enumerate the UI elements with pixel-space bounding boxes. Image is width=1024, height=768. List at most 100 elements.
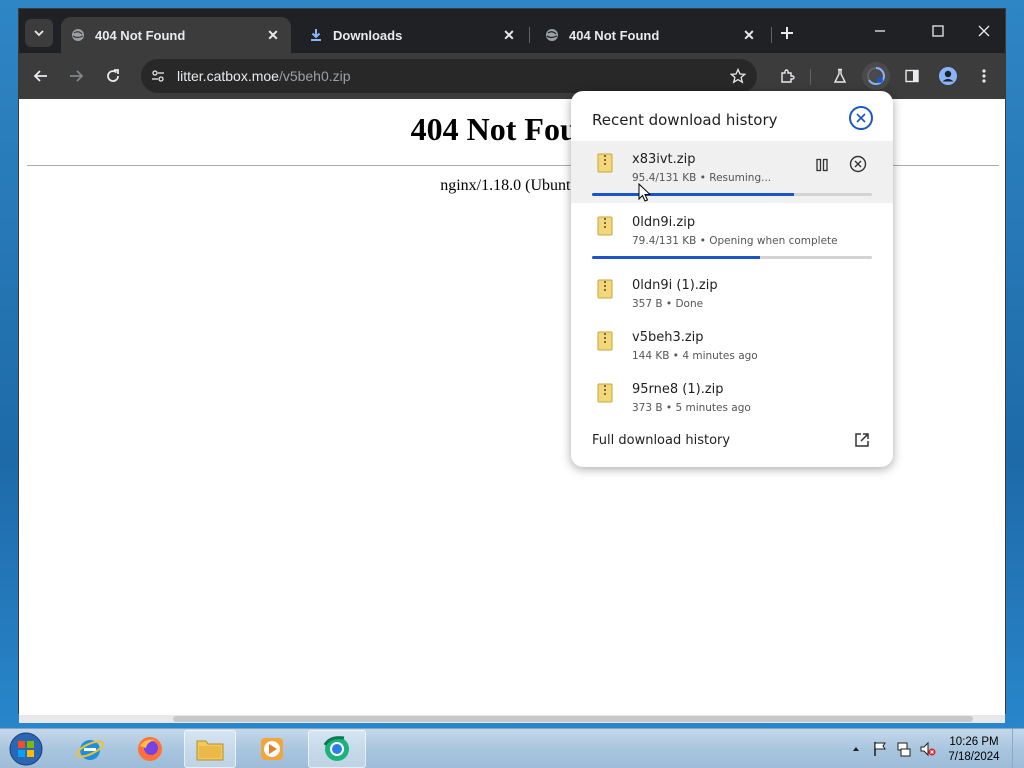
globe-icon <box>545 28 559 42</box>
download-item[interactable]: 95rne8 (1).zip 373 B • 5 minutes ago <box>571 371 893 423</box>
close-tab-icon[interactable]: ✕ <box>501 27 517 43</box>
download-item[interactable]: x83ivt.zip 95.4/131 KB • Resuming... <box>571 141 893 203</box>
download-filename: 0ldn9i.zip <box>632 215 696 230</box>
flag-icon <box>874 742 886 756</box>
minimize-button[interactable] <box>865 19 895 43</box>
download-item[interactable]: 0ldn9i.zip 79.4/131 KB • Opening when co… <box>571 204 893 266</box>
show-desktop-button[interactable] <box>1012 729 1024 768</box>
download-icon <box>309 28 323 42</box>
download-status: 79.4/131 KB • Opening when complete <box>632 235 838 247</box>
volume-muted-icon <box>920 741 936 757</box>
tab-downloads[interactable]: Downloads ✕ <box>299 17 527 53</box>
site-info-icon[interactable] <box>149 67 167 85</box>
network-button[interactable] <box>895 740 913 758</box>
maximize-icon <box>932 25 944 37</box>
close-tab-icon[interactable]: ✕ <box>741 27 757 43</box>
minimize-icon <box>875 30 885 32</box>
plus-icon <box>781 27 793 39</box>
firefox-icon <box>138 737 162 761</box>
open-in-new-icon <box>855 433 869 447</box>
taskbar: 10:26 PM 7/18/2024 <box>0 728 1024 768</box>
scrollbar-thumb[interactable] <box>173 716 973 722</box>
download-progress-bar <box>592 256 872 259</box>
chrome-taskbar-button[interactable] <box>308 730 366 768</box>
download-filename: 95rne8 (1).zip <box>632 382 724 397</box>
download-item[interactable]: v5beh3.zip 144 KB • 4 minutes ago <box>571 319 893 371</box>
clock-date: 7/18/2024 <box>948 751 1000 763</box>
media-player-icon <box>261 738 283 760</box>
file-explorer-taskbar-button[interactable] <box>184 730 236 768</box>
side-panel-button[interactable] <box>898 62 926 90</box>
windows-logo-icon <box>9 732 43 766</box>
downloads-button[interactable] <box>862 62 890 90</box>
close-icon <box>978 25 990 37</box>
download-filename: 0ldn9i (1).zip <box>632 278 718 293</box>
downloads-bubble: Recent download history x83ivt.zip 95.4/… <box>571 91 893 467</box>
start-button[interactable] <box>6 730 46 768</box>
new-tab-button[interactable] <box>775 21 799 45</box>
more-vertical-icon <box>982 69 986 83</box>
download-progress-bar <box>592 193 872 196</box>
zip-file-icon <box>597 153 613 173</box>
full-download-history-link[interactable]: Full download history <box>592 433 730 448</box>
close-bubble-button[interactable] <box>849 106 873 130</box>
pause-download-button[interactable] <box>812 155 832 175</box>
url-text: litter.catbox.moe/v5beh0.zip <box>177 68 351 84</box>
chevron-up-icon <box>853 747 859 751</box>
mouse-cursor-icon <box>638 183 652 202</box>
download-filename: v5beh3.zip <box>632 330 704 345</box>
media-player-taskbar-button[interactable] <box>246 730 298 768</box>
progress-fill <box>592 256 760 259</box>
zip-file-icon <box>597 279 613 299</box>
download-status: 357 B • Done <box>632 298 704 310</box>
tab-strip: 404 Not Found ✕ Downloads ✕ 404 Not Foun… <box>19 9 1005 53</box>
horizontal-scrollbar[interactable] <box>19 715 1005 723</box>
tab-title: 404 Not Found <box>95 27 186 43</box>
toolbar-divider <box>810 69 811 85</box>
chevron-down-icon <box>34 30 44 37</box>
download-status: 144 KB • 4 minutes ago <box>632 350 758 362</box>
labs-button[interactable] <box>826 62 854 90</box>
url-host: litter.catbox.moe <box>177 68 279 84</box>
maximize-button[interactable] <box>923 19 953 43</box>
downloads-bubble-title: Recent download history <box>592 111 778 129</box>
bookmark-star-icon[interactable] <box>727 65 749 87</box>
url-path: /v5beh0.zip <box>278 68 351 84</box>
flask-icon <box>833 68 847 83</box>
internet-explorer-icon <box>76 740 104 760</box>
extensions-button[interactable] <box>773 62 801 90</box>
system-clock[interactable]: 10:26 PM 7/18/2024 <box>940 735 1008 765</box>
download-status: 95.4/131 KB • Resuming... <box>632 172 772 184</box>
chrome-icon <box>323 736 349 761</box>
open-external-button[interactable] <box>852 430 872 450</box>
internet-explorer-taskbar-button[interactable] <box>64 730 116 768</box>
zip-file-icon <box>597 383 613 403</box>
tab-404-not-found-2[interactable]: 404 Not Found ✕ <box>535 17 767 53</box>
clock-time: 10:26 PM <box>949 736 999 748</box>
tab-separator <box>771 27 772 43</box>
tab-search-button[interactable] <box>25 19 53 47</box>
address-bar[interactable]: litter.catbox.moe/v5beh0.zip <box>141 59 757 93</box>
reload-button[interactable] <box>99 62 127 90</box>
back-button[interactable] <box>27 62 55 90</box>
profile-button[interactable] <box>934 62 962 90</box>
close-window-button[interactable] <box>969 19 999 43</box>
menu-button[interactable] <box>970 62 998 90</box>
arrow-left-icon <box>33 70 47 82</box>
volume-button[interactable] <box>919 740 937 758</box>
firefox-taskbar-button[interactable] <box>124 730 176 768</box>
avatar-icon <box>939 67 957 85</box>
tab-404-not-found[interactable]: 404 Not Found ✕ <box>61 17 291 53</box>
close-tab-icon[interactable]: ✕ <box>265 27 281 43</box>
show-hidden-icons-button[interactable] <box>847 740 865 758</box>
download-item[interactable]: 0ldn9i (1).zip 357 B • Done <box>571 267 893 319</box>
tab-title: Downloads <box>333 27 403 43</box>
progress-fill <box>592 193 794 196</box>
cancel-download-button[interactable] <box>848 154 868 174</box>
action-center-button[interactable] <box>871 740 889 758</box>
side-panel-icon <box>905 69 919 83</box>
cancel-circle-icon <box>849 155 867 173</box>
puzzle-icon <box>781 69 795 83</box>
network-icon <box>897 742 911 757</box>
forward-button[interactable] <box>62 62 90 90</box>
